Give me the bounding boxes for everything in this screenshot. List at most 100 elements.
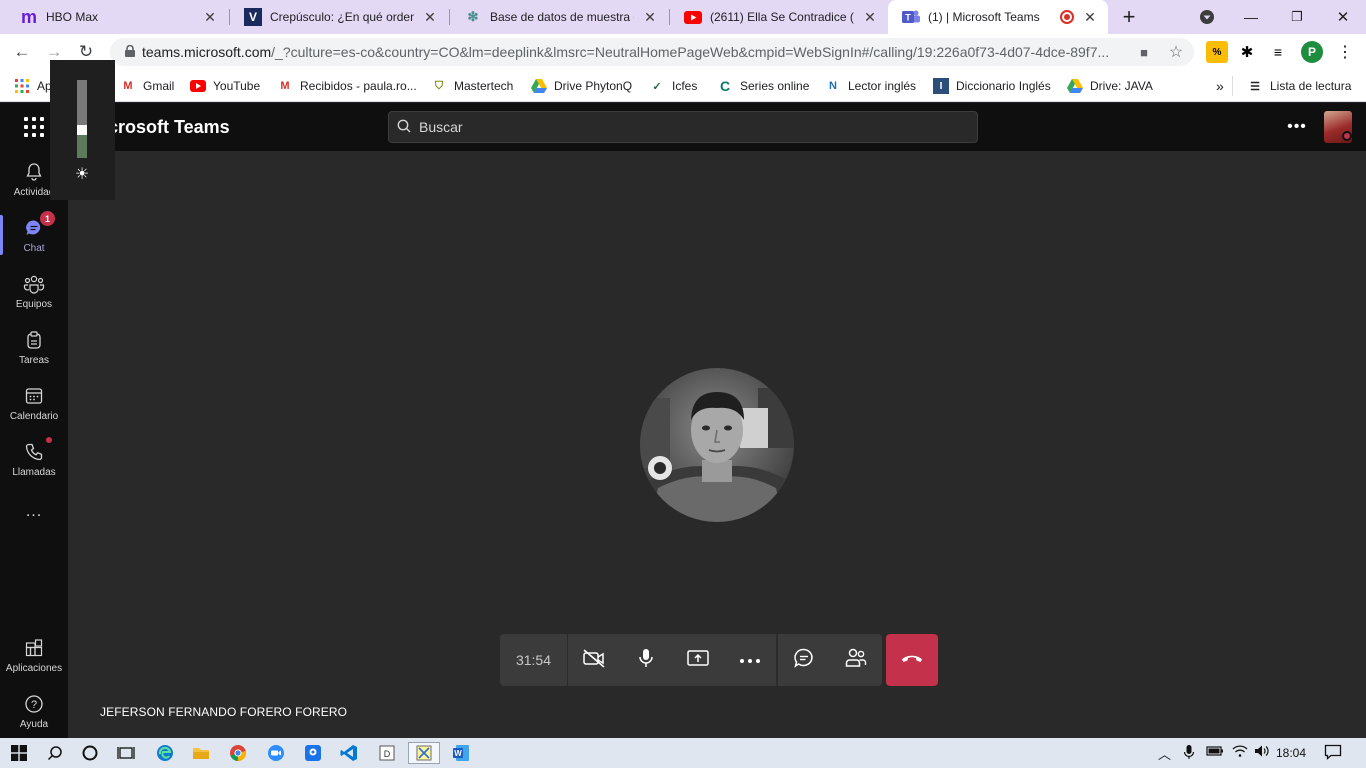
brightness-slider-thumb[interactable] xyxy=(77,125,87,135)
search-input[interactable] xyxy=(419,119,959,135)
rail-item-llamadas[interactable]: Llamadas xyxy=(0,433,68,485)
python-idle-icon[interactable]: D xyxy=(376,742,398,764)
tab-hbo-max[interactable]: m HBO Max ✕ xyxy=(6,0,228,34)
participant-name: JEFERSON FERNANDO FORERO FORERO xyxy=(100,705,348,719)
brightness-slider[interactable] xyxy=(77,80,87,158)
bookmark-label: Icfes xyxy=(672,79,698,93)
bookmark-drive-phytonq[interactable]: Drive PhytonQ xyxy=(531,76,632,96)
bookmark-diccionario[interactable]: I Diccionario Inglés xyxy=(933,76,1051,96)
task-view-icon[interactable] xyxy=(115,742,137,764)
extensions-puzzle-icon[interactable]: ✱ xyxy=(1236,41,1258,63)
chrome-icon[interactable] xyxy=(227,742,249,764)
profile-avatar[interactable]: P xyxy=(1301,41,1323,63)
tab-youtube[interactable]: (2611) Ella Se Contradice (Rei ✕ xyxy=(670,0,888,34)
file-explorer-icon[interactable] xyxy=(190,742,212,764)
gmail-icon: M xyxy=(280,80,290,92)
call-timer: 31:54 xyxy=(500,634,568,686)
settings-more-icon[interactable]: ••• xyxy=(1285,115,1309,139)
bookmark-label: Gmail xyxy=(143,79,175,93)
microphone-tray-icon[interactable] xyxy=(1183,744,1195,763)
lock-icon[interactable] xyxy=(118,44,142,60)
hbo-max-icon: m xyxy=(20,6,37,27)
hang-up-icon xyxy=(900,651,924,669)
menu-kebab-icon[interactable]: ⋮ xyxy=(1334,41,1356,63)
call-panel-controls xyxy=(776,634,882,686)
chat-bubble-icon xyxy=(793,647,815,674)
bookmark-icfes[interactable]: ✓ Icfes xyxy=(649,76,697,96)
more-actions-button[interactable] xyxy=(724,634,776,686)
c-icon: C xyxy=(719,78,731,94)
hang-up-button[interactable] xyxy=(886,634,938,686)
show-hidden-icons-chevron-icon[interactable]: ︿ xyxy=(1158,744,1171,763)
bookmark-lector-ingles[interactable]: N Lector inglés xyxy=(825,76,916,96)
bookmark-recibidos[interactable]: M Recibidos - paula.ro... xyxy=(277,76,417,96)
rail-item-aplicaciones[interactable]: Aplicaciones xyxy=(0,629,68,681)
bookmark-label: Recibidos - paula.ro... xyxy=(300,79,417,93)
search-box[interactable] xyxy=(388,111,978,143)
new-tab-button[interactable]: + xyxy=(1118,4,1140,29)
rail-item-chat[interactable]: 1 Chat xyxy=(0,209,68,261)
rail-item-equipos[interactable]: Equipos xyxy=(0,265,68,317)
extension-honey-icon[interactable]: % xyxy=(1206,41,1228,63)
camera-off-button[interactable] xyxy=(568,634,620,686)
gmail-icon: M xyxy=(123,80,133,92)
bookmark-series-online[interactable]: C Series online xyxy=(717,76,809,96)
camera-off-icon xyxy=(582,648,606,673)
share-screen-button[interactable] xyxy=(672,634,724,686)
bookmark-drive-java[interactable]: Drive: JAVA xyxy=(1067,76,1153,96)
notifications-icon[interactable] xyxy=(1324,744,1342,763)
app-launcher-icon[interactable] xyxy=(22,115,46,139)
back-button[interactable]: ← xyxy=(10,40,34,64)
show-conversation-button[interactable] xyxy=(778,634,830,686)
close-icon[interactable]: ✕ xyxy=(202,9,218,26)
camera-icon[interactable]: ■ xyxy=(1134,42,1154,62)
reading-list-icon: ☰ xyxy=(1250,80,1260,93)
tab-microsoft-teams[interactable]: T (1) | Microsoft Teams ✕ xyxy=(888,0,1108,34)
leaf-icon: ❇ xyxy=(467,9,479,24)
rail-item-tareas[interactable]: Tareas xyxy=(0,321,68,373)
windows-start-icon[interactable] xyxy=(8,742,30,764)
close-icon[interactable]: ✕ xyxy=(1082,9,1098,26)
bookmarks-overflow-chevron-icon[interactable]: » xyxy=(1216,76,1224,96)
tab-crepusculo[interactable]: V Crepúsculo: ¿En qué orden de ✕ xyxy=(230,0,448,34)
address-bar[interactable]: teams.microsoft.com/_?culture=es-co&coun… xyxy=(110,38,1194,66)
cortana-icon[interactable] xyxy=(79,742,101,764)
vscode-icon[interactable] xyxy=(338,742,360,764)
word-icon[interactable]: W xyxy=(450,742,472,764)
tab-title: Base de datos de muestra de xyxy=(490,10,634,24)
rail-item-more[interactable]: ... xyxy=(0,503,68,555)
rail-item-calendario[interactable]: Calendario xyxy=(0,377,68,429)
bookmark-youtube[interactable]: YouTube xyxy=(190,76,260,96)
close-icon[interactable]: ✕ xyxy=(862,9,878,26)
bookmark-label: Drive PhytonQ xyxy=(554,79,633,93)
close-icon[interactable]: ✕ xyxy=(422,9,438,26)
minimize-button[interactable]: — xyxy=(1240,6,1262,28)
bookmark-mastertech[interactable]: ⛉ Mastertech xyxy=(431,76,513,96)
snip-tool-icon[interactable] xyxy=(408,742,440,764)
battery-icon[interactable] xyxy=(1206,744,1224,761)
presence-status-badge xyxy=(1342,131,1352,141)
tab-base-de-datos[interactable]: ❇ Base de datos de muestra de ✕ xyxy=(450,0,668,34)
tab-search-button[interactable] xyxy=(1196,6,1218,28)
rail-label: Tareas xyxy=(18,355,49,366)
bookmark-gmail[interactable]: M Gmail xyxy=(120,76,174,96)
tab-title: Crepúsculo: ¿En qué orden de xyxy=(270,10,414,24)
calendar-icon xyxy=(23,385,45,407)
edge-icon[interactable] xyxy=(154,742,176,764)
bookmark-label: Drive: JAVA xyxy=(1090,79,1153,93)
media-queue-icon[interactable]: ≡ xyxy=(1267,41,1289,63)
bookmark-star-icon[interactable]: ☆ xyxy=(1166,42,1186,62)
zoom-icon[interactable] xyxy=(265,742,287,764)
reading-list-button[interactable]: ☰ Lista de lectura xyxy=(1232,76,1351,96)
maps-pin-icon[interactable] xyxy=(302,742,324,764)
search-icon[interactable] xyxy=(44,742,66,764)
restore-button[interactable]: ❐ xyxy=(1286,6,1308,28)
show-participants-button[interactable] xyxy=(830,634,882,686)
close-icon[interactable]: ✕ xyxy=(642,9,658,26)
wifi-icon[interactable] xyxy=(1232,744,1248,761)
system-clock[interactable]: 18:04 xyxy=(1276,746,1306,760)
window-close-button[interactable]: ✕ xyxy=(1332,6,1354,28)
rail-item-ayuda[interactable]: ? Ayuda xyxy=(0,685,68,737)
volume-icon[interactable] xyxy=(1254,744,1270,761)
microphone-button[interactable] xyxy=(620,634,672,686)
